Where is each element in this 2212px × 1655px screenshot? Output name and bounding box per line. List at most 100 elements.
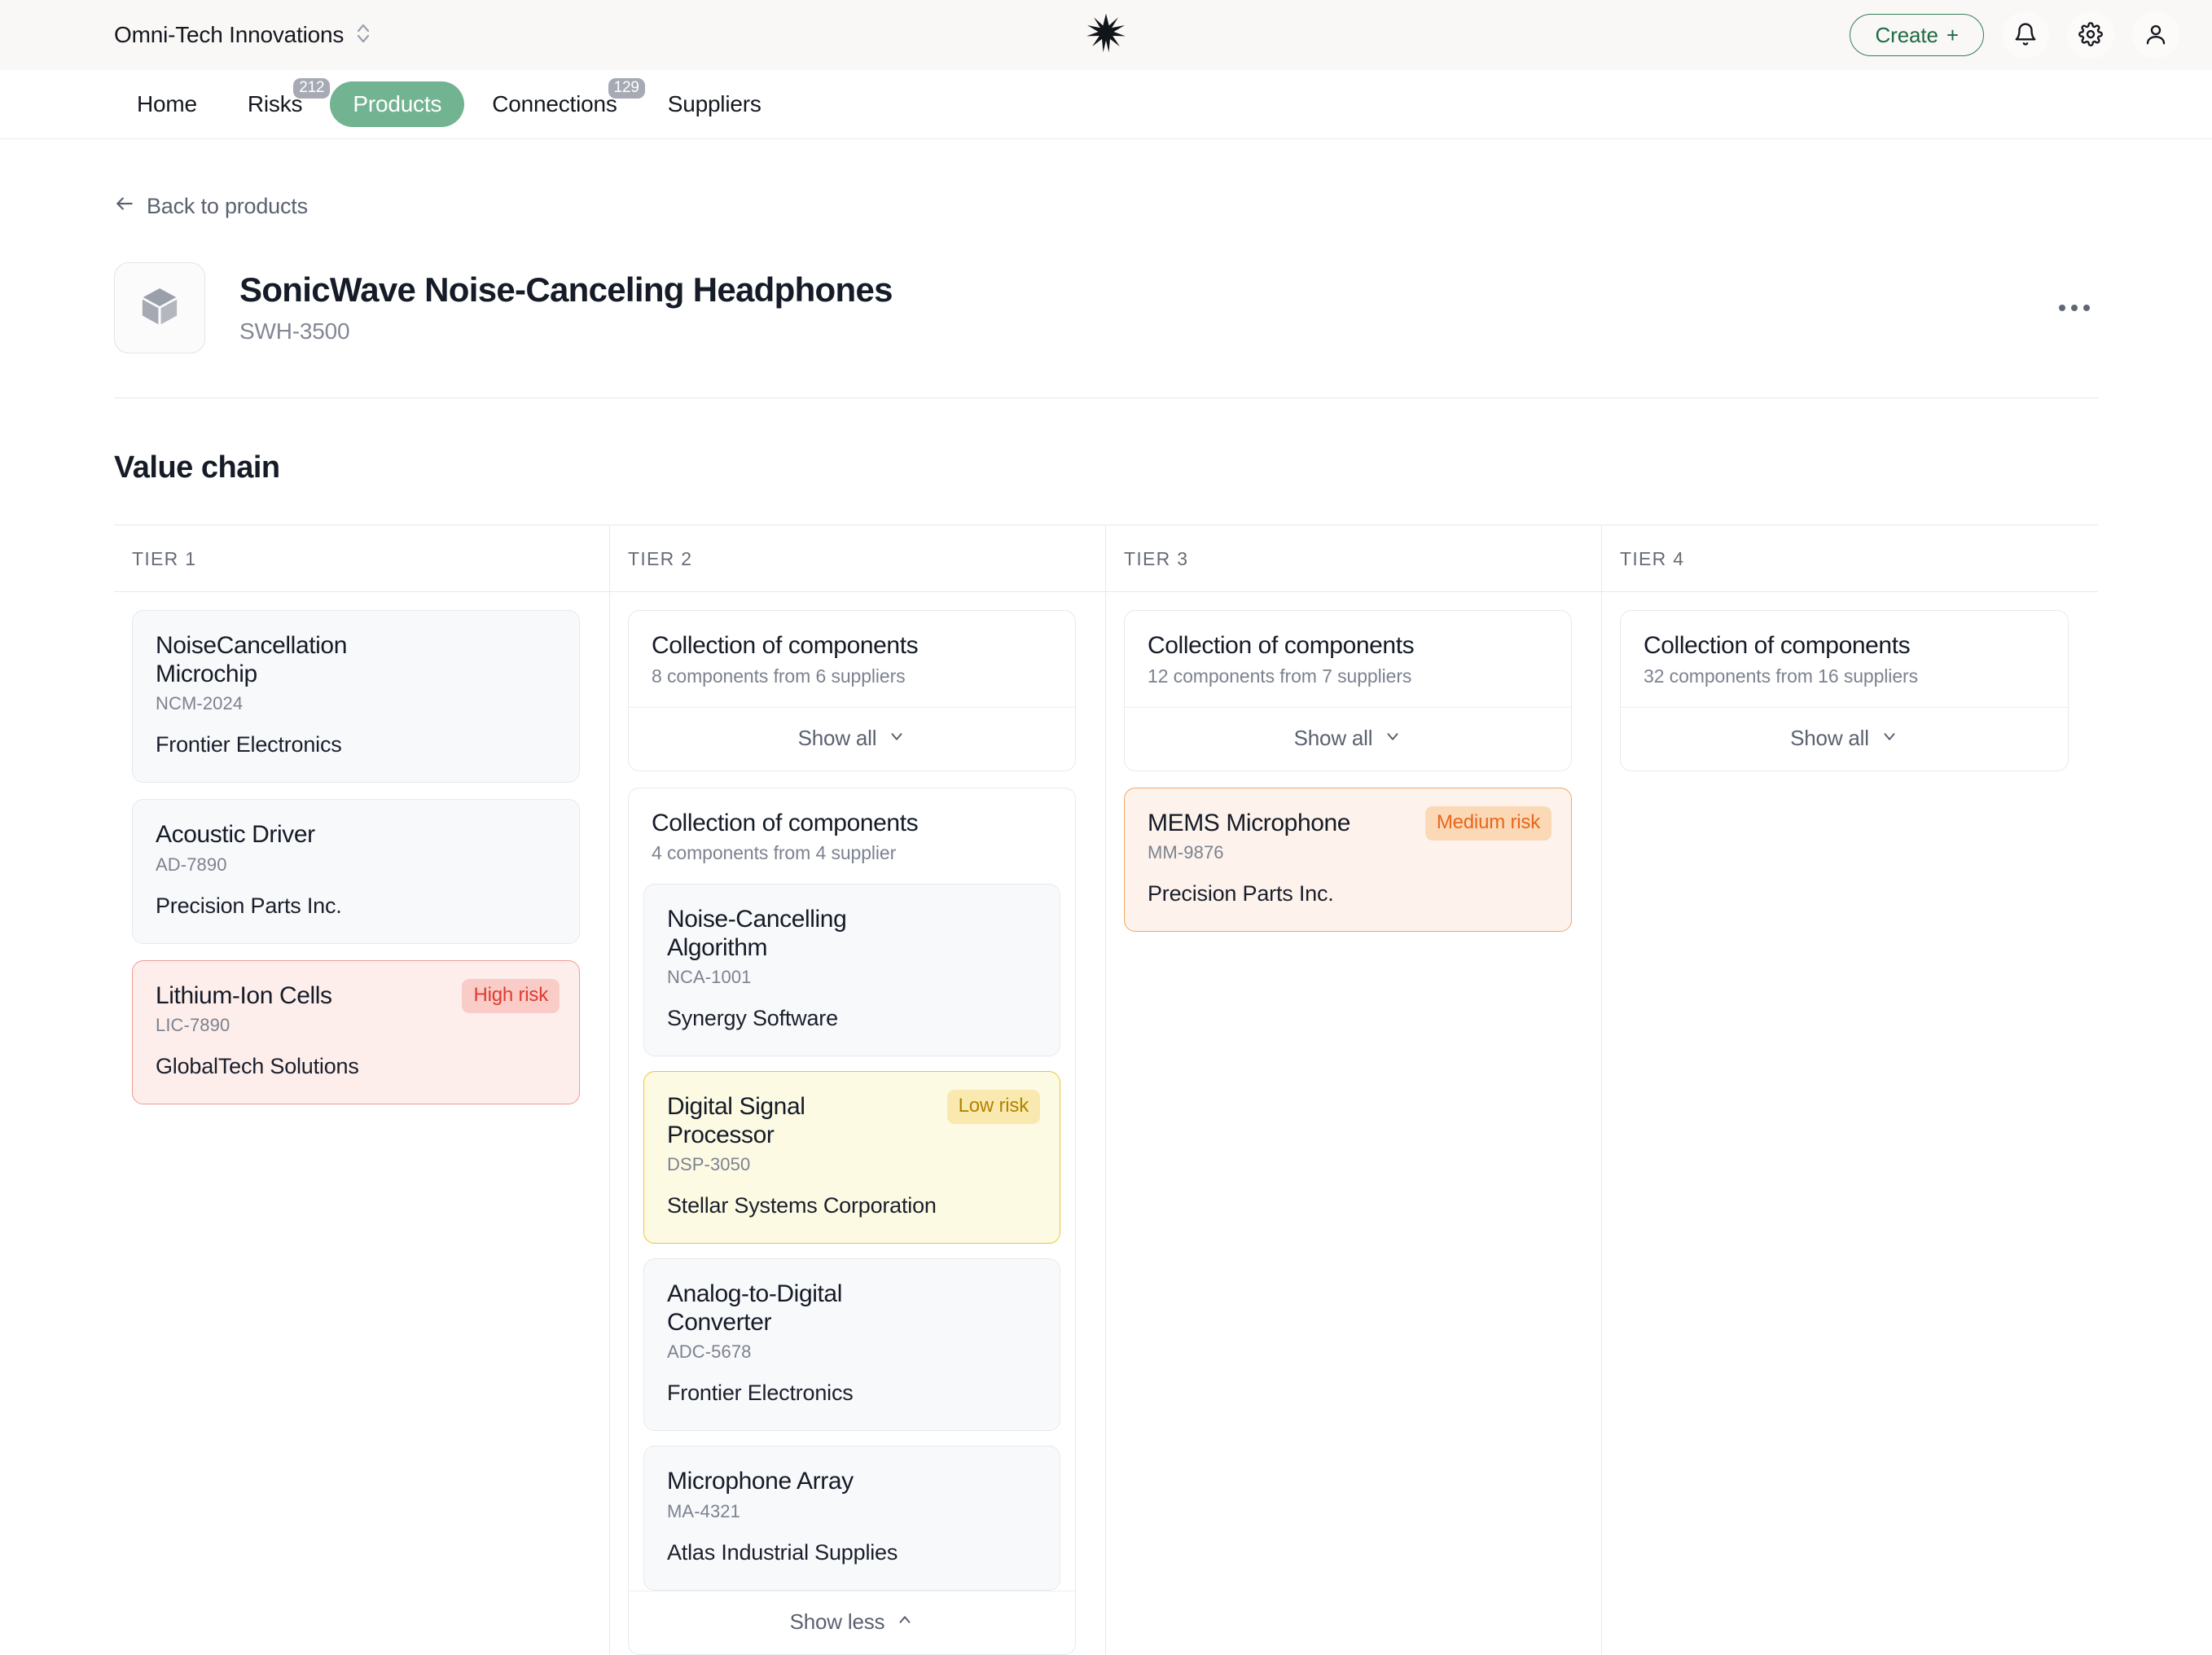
chevron-up-down-icon (355, 21, 371, 50)
page-content: Back to products SonicWave Noise-Canceli… (0, 193, 2212, 1655)
plus-icon: + (1946, 23, 1959, 48)
collection-card[interactable]: Collection of components 8 components fr… (628, 610, 1076, 771)
nav-label: Connections (492, 91, 617, 116)
create-button-label: Create (1875, 23, 1938, 48)
collection-title: Collection of components (1148, 632, 1548, 661)
component-supplier: Synergy Software (667, 1006, 1037, 1031)
component-supplier: Stellar Systems Corporation (667, 1193, 1037, 1218)
section-title: Value chain (114, 450, 2098, 485)
show-less-label: Show less (790, 1609, 885, 1635)
component-sku: NCA-1001 (667, 967, 1037, 988)
account-button[interactable] (2132, 11, 2179, 59)
more-options-button[interactable] (2051, 293, 2098, 323)
org-name: Omni-Tech Innovations (114, 22, 344, 48)
product-sku: SWH-3500 (239, 318, 893, 345)
collection-card[interactable]: Collection of components 32 components f… (1620, 610, 2069, 771)
chevron-up-icon (896, 1609, 914, 1635)
org-switcher[interactable]: Omni-Tech Innovations (114, 21, 371, 50)
component-card[interactable]: Low risk Digital Signal Processor DSP-30… (643, 1071, 1060, 1244)
component-supplier: Precision Parts Inc. (1148, 881, 1548, 907)
chevron-down-icon (1384, 726, 1402, 751)
component-name: Microphone Array (667, 1468, 1037, 1496)
collection-children: Noise-Cancelling Algorithm NCA-1001 Syne… (629, 884, 1075, 1591)
show-all-label: Show all (1294, 726, 1373, 751)
show-all-toggle[interactable]: Show all (1125, 707, 1571, 770)
collection-title: Collection of components (652, 632, 1052, 661)
component-card[interactable]: High risk Lithium-Ion Cells LIC-7890 Glo… (132, 960, 580, 1105)
component-name: Acoustic Driver (156, 821, 556, 849)
dot-icon (2059, 305, 2065, 311)
nav-item-products[interactable]: Products (330, 81, 464, 127)
tier-body: NoiseCancellation Microchip NCM-2024 Fro… (114, 592, 609, 1104)
starburst-logo-icon (1085, 12, 1127, 59)
topbar-actions: Create + (1850, 11, 2179, 59)
page-title: SonicWave Noise-Canceling Headphones (239, 271, 893, 309)
risk-badge: Medium risk (1425, 806, 1551, 841)
collection-header: Collection of components 4 components fr… (629, 788, 1075, 885)
risk-badge: Low risk (947, 1090, 1040, 1124)
gear-icon (2078, 22, 2103, 49)
tier-column-2: TIER 2 Collection of components 8 compon… (610, 525, 1106, 1655)
component-supplier: Frontier Electronics (156, 732, 556, 757)
collection-subtitle: 8 components from 6 suppliers (652, 665, 1052, 687)
component-sku: LIC-7890 (156, 1015, 556, 1036)
settings-button[interactable] (2067, 11, 2114, 59)
product-thumbnail (114, 262, 205, 353)
nav-item-risks[interactable]: Risks 212 (225, 81, 325, 127)
component-name: NoiseCancellation Microchip (156, 632, 556, 688)
collection-header: Collection of components 8 components fr… (629, 611, 1075, 707)
show-all-label: Show all (798, 726, 877, 751)
collection-subtitle: 4 components from 4 supplier (652, 842, 1052, 864)
component-name: Noise-Cancelling Algorithm (667, 906, 1037, 962)
component-name: Analog-to-Digital Converter (667, 1280, 1037, 1337)
component-sku: ADC-5678 (667, 1341, 1037, 1363)
risk-badge: High risk (462, 979, 560, 1013)
chevron-down-icon (888, 726, 906, 751)
component-supplier: Atlas Industrial Supplies (667, 1540, 1037, 1565)
product-header: SonicWave Noise-Canceling Headphones SWH… (114, 262, 2098, 398)
nav-badge-risks: 212 (293, 78, 330, 99)
user-icon (2144, 22, 2168, 49)
nav-item-connections[interactable]: Connections 129 (469, 81, 639, 127)
bell-icon (2013, 22, 2038, 49)
collection-subtitle: 32 components from 16 suppliers (1644, 665, 2045, 687)
back-to-products-link[interactable]: Back to products (114, 193, 308, 220)
arrow-left-icon (114, 193, 135, 220)
collection-card[interactable]: Collection of components 12 components f… (1124, 610, 1572, 771)
component-sku: NCM-2024 (156, 693, 556, 714)
tier-body: Collection of components 8 components fr… (610, 592, 1105, 1655)
component-card[interactable]: Microphone Array MA-4321 Atlas Industria… (643, 1446, 1060, 1591)
component-card[interactable]: Noise-Cancelling Algorithm NCA-1001 Syne… (643, 884, 1060, 1056)
tier-column-3: TIER 3 Collection of components 12 compo… (1106, 525, 1602, 1655)
tier-column-1: TIER 1 NoiseCancellation Microchip NCM-2… (114, 525, 610, 1655)
component-sku: MA-4321 (667, 1501, 1037, 1522)
collection-title: Collection of components (1644, 632, 2045, 661)
nav-label: Products (353, 91, 441, 116)
show-all-toggle[interactable]: Show all (1621, 707, 2068, 770)
chevron-down-icon (1881, 726, 1898, 751)
component-card[interactable]: Medium risk MEMS Microphone MM-9876 Prec… (1124, 788, 1572, 933)
nav-item-home[interactable]: Home (114, 81, 220, 127)
dot-icon (2083, 305, 2090, 311)
collection-card[interactable]: Collection of components 4 components fr… (628, 788, 1076, 1655)
tier-header: TIER 1 (114, 525, 609, 592)
collection-subtitle: 12 components from 7 suppliers (1148, 665, 1548, 687)
component-supplier: Precision Parts Inc. (156, 893, 556, 919)
create-button[interactable]: Create + (1850, 14, 1984, 56)
product-meta: SonicWave Noise-Canceling Headphones SWH… (239, 271, 893, 345)
component-sku: DSP-3050 (667, 1154, 1037, 1175)
component-supplier: GlobalTech Solutions (156, 1054, 556, 1079)
dot-icon (2071, 305, 2078, 311)
component-card[interactable]: Acoustic Driver AD-7890 Precision Parts … (132, 799, 580, 944)
value-chain-grid: TIER 1 NoiseCancellation Microchip NCM-2… (114, 525, 2098, 1655)
main-navigation: Home Risks 212 Products Connections 129 … (0, 70, 2212, 139)
nav-item-suppliers[interactable]: Suppliers (645, 81, 784, 127)
component-supplier: Frontier Electronics (667, 1381, 1037, 1406)
show-less-toggle[interactable]: Show less (629, 1591, 1075, 1654)
collection-header: Collection of components 12 components f… (1125, 611, 1571, 707)
component-card[interactable]: Analog-to-Digital Converter ADC-5678 Fro… (643, 1258, 1060, 1431)
component-card[interactable]: NoiseCancellation Microchip NCM-2024 Fro… (132, 610, 580, 783)
show-all-toggle[interactable]: Show all (629, 707, 1075, 770)
tier-header: TIER 4 (1602, 525, 2098, 592)
notifications-button[interactable] (2002, 11, 2049, 59)
